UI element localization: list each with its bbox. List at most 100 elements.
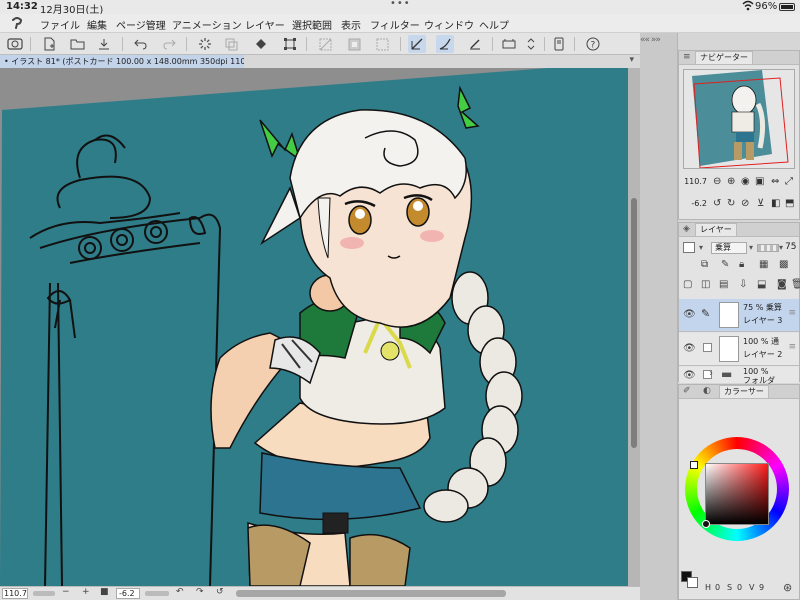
save-icon[interactable] bbox=[95, 35, 113, 53]
copy-icon[interactable] bbox=[222, 35, 240, 53]
color-tab[interactable]: カラーサー bbox=[719, 385, 769, 398]
zoom-field[interactable]: 110.7 bbox=[2, 588, 28, 599]
layer-row-folder[interactable]: 👁︎ › ▬ 100 % フォルダ bbox=[679, 367, 799, 385]
menu-selection[interactable]: 選択範囲 bbox=[292, 17, 332, 32]
mask-icon[interactable]: ▩ bbox=[779, 259, 788, 270]
mask-add-icon[interactable]: ◙ bbox=[777, 279, 787, 290]
canvas-artwork[interactable] bbox=[0, 68, 628, 586]
new-folder-icon[interactable]: ▤ bbox=[719, 279, 728, 290]
zoom-in-icon[interactable]: ⊕ bbox=[727, 176, 735, 187]
loading-spinner-icon[interactable] bbox=[196, 35, 214, 53]
snap-grid-icon[interactable] bbox=[466, 35, 484, 53]
invert-selection-icon[interactable] bbox=[345, 35, 363, 53]
undo-icon[interactable] bbox=[132, 35, 150, 53]
chevron-updown-icon[interactable] bbox=[522, 35, 540, 53]
fill-bucket-icon[interactable] bbox=[252, 35, 270, 53]
navigator-rotation-value[interactable]: -6.2 bbox=[681, 199, 707, 208]
chevron-right-icon[interactable]: › bbox=[709, 368, 713, 379]
clip-icon[interactable]: ⧉ bbox=[701, 259, 708, 270]
zoom-out-icon[interactable]: ⊖ bbox=[713, 176, 721, 187]
menu-file[interactable]: ファイル bbox=[40, 17, 80, 32]
blend-mode-select[interactable]: 乗算 bbox=[711, 242, 747, 254]
collapse-arrows-icon[interactable]: «« »» bbox=[640, 35, 661, 45]
fit-screen-icon[interactable]: ■ bbox=[100, 587, 109, 597]
brush-icon[interactable]: ✐ bbox=[683, 386, 691, 396]
color-menu-icon[interactable]: ⊛ bbox=[783, 581, 792, 594]
device-icon[interactable] bbox=[550, 35, 568, 53]
help-icon[interactable]: ? bbox=[584, 35, 602, 53]
navigator-thumbnail[interactable] bbox=[683, 69, 795, 169]
grip-icon[interactable]: ≡ bbox=[683, 52, 691, 62]
chevron-down-icon[interactable]: ▾ bbox=[629, 55, 634, 65]
multitask-dots[interactable]: ••• bbox=[390, 0, 411, 9]
deselect-icon[interactable] bbox=[316, 35, 334, 53]
fit-icon[interactable]: ▣ bbox=[755, 176, 764, 187]
menu-help[interactable]: ヘルプ bbox=[479, 17, 509, 32]
canvas-settings-icon[interactable] bbox=[500, 35, 518, 53]
redo-icon[interactable] bbox=[160, 35, 178, 53]
layer-checkbox[interactable] bbox=[703, 343, 712, 352]
chevron-down-icon[interactable]: ▾ bbox=[699, 243, 703, 252]
eye-icon[interactable]: 👁︎ bbox=[683, 343, 696, 354]
menu-page[interactable]: ページ管理 bbox=[116, 17, 166, 32]
flip-horizontal-icon[interactable]: ◧ bbox=[771, 198, 780, 209]
menu-animation[interactable]: アニメーション bbox=[172, 17, 242, 32]
rotation-field[interactable]: -6.2 bbox=[116, 588, 140, 599]
reset-rotation-icon[interactable]: ↺ bbox=[216, 587, 224, 597]
snap-special-ruler-icon[interactable] bbox=[436, 35, 454, 53]
actual-size-icon[interactable]: ◉ bbox=[741, 176, 750, 187]
canvas-vertical-scrollbar[interactable] bbox=[628, 68, 640, 586]
eye-icon[interactable]: 👁︎ bbox=[683, 370, 696, 381]
menu-window[interactable]: ウィンドウ bbox=[424, 17, 474, 32]
sub-color-swatch[interactable] bbox=[687, 577, 698, 588]
menu-edit[interactable]: 編集 bbox=[87, 17, 107, 32]
zoom-slider[interactable] bbox=[33, 591, 55, 596]
open-folder-icon[interactable] bbox=[68, 35, 86, 53]
drag-handle-icon[interactable]: ≡ bbox=[788, 308, 796, 318]
chevron-down-icon[interactable]: ▾ bbox=[779, 243, 783, 252]
color-set-icon[interactable]: ◐ bbox=[703, 386, 711, 396]
lock-icon[interactable]: 🔒︎ bbox=[739, 259, 744, 270]
saturation-value-square[interactable] bbox=[702, 463, 769, 528]
menu-layer[interactable]: レイヤー bbox=[245, 17, 285, 32]
clip-studio-icon[interactable] bbox=[6, 35, 24, 53]
reference-icon[interactable]: ✎ bbox=[721, 259, 729, 270]
zoom-out-button[interactable]: − bbox=[62, 587, 70, 597]
rotate-cw-icon[interactable]: ↻ bbox=[727, 198, 735, 209]
layers-icon[interactable]: ◈ bbox=[683, 224, 690, 234]
navigator-tab[interactable]: ナビゲーター bbox=[695, 51, 753, 64]
rotate-left-icon[interactable]: ↶ bbox=[176, 587, 184, 597]
rotate-ccw-icon[interactable]: ↺ bbox=[713, 198, 721, 209]
rotate-right-icon[interactable]: ↷ bbox=[196, 587, 204, 597]
chevron-down-icon[interactable]: ▾ bbox=[749, 243, 753, 252]
canvas-tab[interactable]: • イラスト 81* (ポストカード 100.00 x 148.00mm 350… bbox=[0, 55, 244, 68]
layer-tab[interactable]: レイヤー bbox=[695, 223, 737, 236]
canvas-horizontal-scrollbar[interactable] bbox=[236, 590, 506, 597]
flip-icon[interactable]: ⇔ bbox=[771, 176, 779, 187]
menu-view[interactable]: 表示 bbox=[341, 17, 361, 32]
layer-row[interactable]: 👁︎ ✎ 75 % 乗算 レイヤー 3 ≡ bbox=[679, 299, 799, 332]
new-file-icon[interactable] bbox=[40, 35, 58, 53]
drag-handle-icon[interactable]: ≡ bbox=[788, 342, 796, 352]
eye-icon[interactable]: 👁︎ bbox=[683, 309, 696, 320]
rotation-slider[interactable] bbox=[145, 591, 169, 596]
opacity-value[interactable]: 75 bbox=[785, 242, 796, 252]
color-cursor[interactable] bbox=[702, 520, 710, 528]
fullscreen-icon[interactable]: ⤢ bbox=[785, 176, 793, 187]
lock-transparency-icon[interactable]: ▦ bbox=[759, 259, 768, 270]
flip-vertical-icon[interactable]: ⬒ bbox=[785, 198, 794, 209]
delete-layer-icon[interactable]: 🗑︎ bbox=[791, 279, 800, 290]
new-vector-layer-icon[interactable]: ◫ bbox=[701, 279, 710, 290]
new-raster-layer-icon[interactable]: ▢ bbox=[683, 279, 692, 290]
reset-rotate-icon[interactable]: ⊘ bbox=[741, 198, 749, 209]
layer-row[interactable]: 👁︎ 100 % 通 レイヤー 2 ≡ bbox=[679, 333, 799, 366]
opacity-slider[interactable] bbox=[757, 244, 779, 252]
zoom-in-button[interactable]: + bbox=[82, 587, 90, 597]
navigator-zoom-value[interactable]: 110.7 bbox=[681, 177, 707, 186]
menu-filter[interactable]: フィルター bbox=[370, 17, 420, 32]
transfer-icon[interactable]: ⇩ bbox=[739, 279, 747, 290]
layer-color-swatch[interactable] bbox=[683, 242, 695, 253]
down-icon[interactable]: ⊻ bbox=[757, 198, 764, 209]
app-logo-icon[interactable] bbox=[10, 16, 24, 34]
merge-icon[interactable]: ⬓ bbox=[757, 279, 766, 290]
